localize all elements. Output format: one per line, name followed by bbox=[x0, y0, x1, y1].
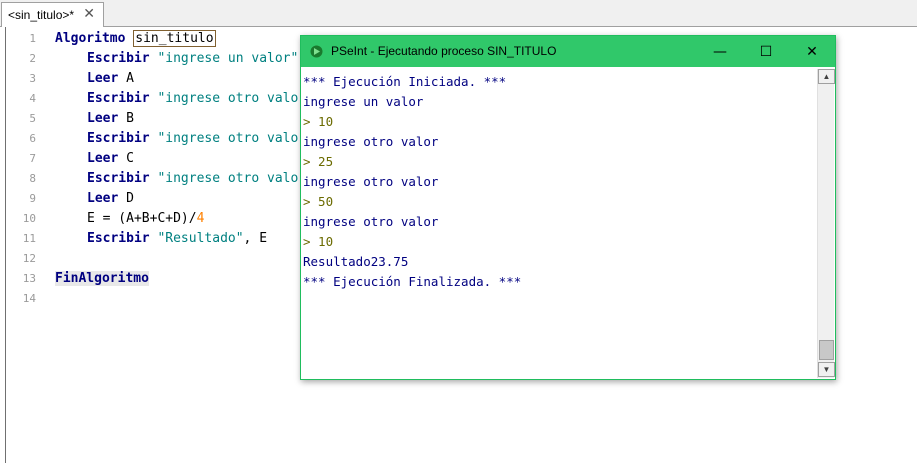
scroll-down-icon[interactable]: ▼ bbox=[818, 362, 835, 377]
line-number: 5 bbox=[29, 111, 36, 125]
console-line: ingrese otro valor bbox=[303, 214, 439, 229]
line-number: 8 bbox=[29, 171, 36, 185]
keyword: Algoritmo bbox=[55, 30, 126, 46]
console-line: > 25 bbox=[303, 154, 334, 169]
expression: E = (A+B+C+D)/ bbox=[87, 210, 197, 226]
keyword: Leer bbox=[87, 110, 119, 126]
line-number: 14 bbox=[22, 291, 36, 305]
keyword: Escribir bbox=[87, 90, 150, 106]
pseint-app-icon bbox=[310, 45, 323, 58]
keyword: Escribir bbox=[87, 130, 150, 146]
keyword: Leer bbox=[87, 70, 119, 86]
vertical-scrollbar[interactable]: ▲ ▼ bbox=[817, 69, 835, 378]
keyword: Leer bbox=[87, 190, 119, 206]
console-line: ingrese un valor bbox=[303, 94, 424, 109]
execution-window[interactable]: PSeInt - Ejecutando proceso SIN_TITULO —… bbox=[300, 35, 836, 380]
tab-close-icon[interactable]: ✕ bbox=[83, 6, 95, 22]
identifier: A bbox=[126, 70, 134, 86]
close-button[interactable]: ✕ bbox=[789, 36, 835, 67]
identifier: D bbox=[126, 190, 134, 206]
line-number: 3 bbox=[29, 71, 36, 85]
keyword: Escribir bbox=[87, 170, 150, 186]
line-number: 11 bbox=[22, 231, 36, 245]
scroll-thumb[interactable] bbox=[819, 340, 834, 360]
console-line: > 10 bbox=[303, 234, 334, 249]
line-number: 6 bbox=[29, 131, 36, 145]
console-line: > 10 bbox=[303, 114, 334, 129]
line-number: 1 bbox=[29, 31, 36, 45]
maximize-button[interactable]: ☐ bbox=[743, 36, 789, 67]
scroll-up-icon[interactable]: ▲ bbox=[818, 69, 835, 84]
number-literal: 4 bbox=[196, 210, 205, 226]
line-number: 7 bbox=[29, 151, 36, 165]
line-number: 4 bbox=[29, 91, 36, 105]
line-number: 9 bbox=[29, 191, 36, 205]
keyword: Escribir bbox=[87, 50, 150, 66]
algorithm-name: sin_titulo bbox=[133, 29, 216, 47]
string-literal: "ingrese otro valor" bbox=[157, 130, 314, 146]
tab-bar: <sin_titulo>* ✕ bbox=[0, 0, 917, 27]
console-line: ingrese otro valor bbox=[303, 134, 439, 149]
tab-label: <sin_titulo>* bbox=[8, 8, 75, 22]
line-number: 2 bbox=[29, 51, 36, 65]
minimize-button[interactable]: — bbox=[697, 36, 743, 67]
keyword: Escribir bbox=[87, 230, 150, 246]
console-line: *** Ejecución Finalizada. *** bbox=[303, 274, 522, 289]
window-titlebar[interactable]: PSeInt - Ejecutando proceso SIN_TITULO —… bbox=[301, 36, 835, 67]
string-literal: "ingrese otro valor" bbox=[157, 170, 314, 186]
console-line: *** Ejecución Iniciada. *** bbox=[303, 74, 507, 89]
identifier: C bbox=[126, 150, 134, 166]
line-number: 10 bbox=[22, 211, 36, 225]
keyword: FinAlgoritmo bbox=[55, 270, 149, 286]
line-number: 12 bbox=[22, 251, 36, 265]
string-literal: "Resultado" bbox=[157, 230, 244, 246]
console-output[interactable]: *** Ejecución Iniciada. *** ingrese un v… bbox=[303, 69, 817, 377]
tab-sin-titulo[interactable]: <sin_titulo>* ✕ bbox=[1, 2, 104, 27]
identifier: , E bbox=[243, 230, 268, 246]
console-line: ingrese otro valor bbox=[303, 174, 439, 189]
keyword: Leer bbox=[87, 150, 119, 166]
console-line: Resultado23.75 bbox=[303, 254, 409, 269]
console-line: > 50 bbox=[303, 194, 334, 209]
line-number: 13 bbox=[22, 271, 36, 285]
window-title: PSeInt - Ejecutando proceso SIN_TITULO bbox=[331, 44, 557, 58]
string-literal: "ingrese otro valor" bbox=[157, 90, 314, 106]
identifier: B bbox=[126, 110, 134, 126]
string-literal: "ingrese un valor" bbox=[157, 50, 299, 66]
